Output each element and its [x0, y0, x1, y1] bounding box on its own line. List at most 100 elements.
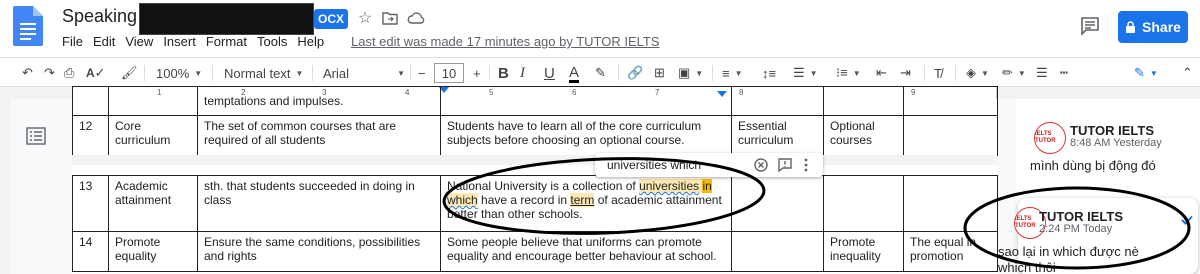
menu-insert[interactable]: Insert: [163, 34, 196, 49]
commented-text[interactable]: term: [570, 193, 595, 207]
italic-icon[interactable]: I: [520, 64, 525, 82]
term-cell[interactable]: Promote equality: [108, 231, 198, 272]
font-family-select[interactable]: Arial ▼: [323, 64, 405, 82]
move-folder-icon[interactable]: [380, 8, 400, 28]
menu-format[interactable]: Format: [206, 34, 247, 49]
font-value: Arial: [323, 65, 350, 81]
toolbar-divider: [312, 65, 313, 81]
synonym-cell[interactable]: [731, 231, 824, 272]
highlight-color-icon[interactable]: ✎: [595, 64, 606, 82]
example-cell[interactable]: National University is a collection of u…: [440, 175, 732, 232]
menu-tools[interactable]: Tools: [257, 34, 287, 49]
report-suggestion-icon[interactable]: [778, 158, 792, 172]
extra-cell[interactable]: [903, 115, 998, 156]
vertical-ruler[interactable]: [0, 99, 10, 274]
editing-mode-icon[interactable]: ✎ ▼: [1134, 64, 1158, 82]
commented-text-active[interactable]: in: [702, 179, 712, 193]
underline-icon[interactable]: U: [544, 64, 555, 82]
definition-cell[interactable]: The set of common courses that are requi…: [197, 115, 441, 156]
row-number[interactable]: 12: [72, 115, 109, 156]
definition-cell[interactable]: Ensure the same conditions, possibilitie…: [197, 231, 441, 272]
table-cell[interactable]: [108, 86, 198, 116]
star-icon[interactable]: ☆: [355, 8, 375, 28]
decrease-font-size-button[interactable]: −: [418, 64, 426, 82]
more-options-icon[interactable]: [803, 158, 809, 172]
example-cell[interactable]: Students have to learn all of the core c…: [440, 115, 732, 156]
definition-cell[interactable]: sth. that students succeeded in doing in…: [197, 175, 441, 232]
menu-view[interactable]: View: [125, 34, 153, 49]
toolbar-divider: [924, 65, 925, 81]
table-cell[interactable]: [440, 86, 732, 116]
bold-icon[interactable]: B: [498, 64, 509, 82]
paragraph-style-select[interactable]: Normal text ▼: [224, 64, 303, 82]
term-cell[interactable]: Academic attainment: [108, 175, 198, 232]
synonym-cell[interactable]: Essential curriculum: [731, 115, 824, 156]
avatar: IELTS TUTOR: [1034, 122, 1066, 154]
checklist-icon[interactable]: ☰ ▼: [793, 64, 818, 82]
docs-logo-icon[interactable]: [13, 6, 43, 46]
suggestion-text[interactable]: universities which: [607, 158, 701, 172]
row-number[interactable]: 14: [72, 231, 109, 272]
vocabulary-table-top: temptations and impulses. 12 Core curric…: [72, 86, 998, 156]
antonym-cell[interactable]: Optional courses: [823, 115, 904, 156]
print-icon[interactable]: ⎙: [64, 64, 74, 82]
table-cell[interactable]: temptations and impulses.: [197, 86, 441, 116]
menu-edit[interactable]: Edit: [93, 34, 115, 49]
clear-formatting-icon[interactable]: T̸: [934, 64, 942, 82]
table-cell[interactable]: [823, 86, 904, 116]
line-spacing-icon[interactable]: ↕≡: [762, 64, 776, 82]
undo-icon[interactable]: ↶: [22, 64, 33, 82]
minus-label: −: [418, 65, 426, 81]
toolbar-divider: [712, 65, 713, 81]
antonym-cell[interactable]: [823, 175, 904, 232]
toolbar-divider: [410, 65, 411, 81]
add-comment-icon[interactable]: ⊞: [654, 64, 665, 82]
example-cell[interactable]: Some people believe that uniforms can pr…: [440, 231, 732, 272]
commented-text[interactable]: which: [447, 193, 478, 207]
text-color-icon[interactable]: A: [569, 64, 580, 83]
synonym-cell[interactable]: [731, 175, 824, 232]
font-size-value: 10: [441, 65, 457, 81]
menu-help[interactable]: Help: [297, 34, 324, 49]
border-width-icon[interactable]: ☰: [1036, 64, 1048, 82]
comment-body: mình dùng bị động đó: [1030, 158, 1156, 173]
paint-format-icon[interactable]: 🖌: [121, 64, 138, 82]
extra-cell[interactable]: The equal in promotion: [903, 231, 998, 272]
zoom-value: 100%: [156, 65, 190, 81]
antonym-cell[interactable]: Promote inequality: [823, 231, 904, 272]
commented-text[interactable]: universities: [639, 179, 700, 193]
avatar-text: IELTS TUTOR: [1035, 131, 1056, 144]
font-size-input[interactable]: 10: [434, 63, 464, 83]
comment-card[interactable]: IELTS TUTOR TUTOR IELTS 8:48 AM Yesterda…: [1018, 112, 1198, 182]
comment-card-active[interactable]: IELTS TUTOR TUTOR IELTS 2:24 PM Today sa…: [998, 198, 1198, 274]
collapse-toolbar-icon[interactable]: ⌃: [1182, 64, 1193, 82]
increase-indent-icon[interactable]: ⇥: [900, 64, 911, 82]
zoom-select[interactable]: 100% ▼: [156, 64, 202, 82]
share-button[interactable]: Share: [1118, 11, 1188, 43]
decrease-indent-icon[interactable]: ⇤: [876, 64, 887, 82]
example-text: have a record in: [477, 193, 571, 207]
spellcheck-icon[interactable]: A ✓: [86, 64, 106, 82]
resolve-check-icon[interactable]: [1180, 213, 1194, 227]
increase-font-size-button[interactable]: +: [473, 64, 481, 82]
insert-image-icon[interactable]: ▣ ▼: [678, 64, 703, 82]
table-cell[interactable]: [731, 86, 824, 116]
dismiss-suggestion-icon[interactable]: [754, 158, 768, 172]
extra-cell[interactable]: [903, 175, 998, 232]
cell-background-color-icon[interactable]: ◈ ▼: [966, 64, 989, 82]
menu-file[interactable]: File: [62, 34, 83, 49]
border-dash-icon[interactable]: ┅: [1060, 64, 1068, 82]
insert-link-icon[interactable]: 🔗: [627, 64, 643, 82]
align-icon[interactable]: ≡ ▼: [722, 64, 743, 82]
cloud-saved-icon[interactable]: [406, 8, 426, 28]
comment-history-icon[interactable]: [1080, 16, 1100, 36]
table-cell[interactable]: [903, 86, 998, 116]
table-cell[interactable]: [72, 86, 109, 116]
last-edit-link[interactable]: Last edit was made 17 minutes ago by TUT…: [351, 34, 660, 49]
row-number[interactable]: 13: [72, 175, 109, 232]
bulleted-list-icon[interactable]: ⁝≡ ▼: [836, 64, 861, 82]
redo-icon[interactable]: ↷: [44, 64, 55, 82]
border-color-icon[interactable]: ✏ ▼: [1002, 64, 1026, 82]
document-outline-icon[interactable]: [26, 127, 46, 145]
term-cell[interactable]: Core curriculum: [108, 115, 198, 156]
